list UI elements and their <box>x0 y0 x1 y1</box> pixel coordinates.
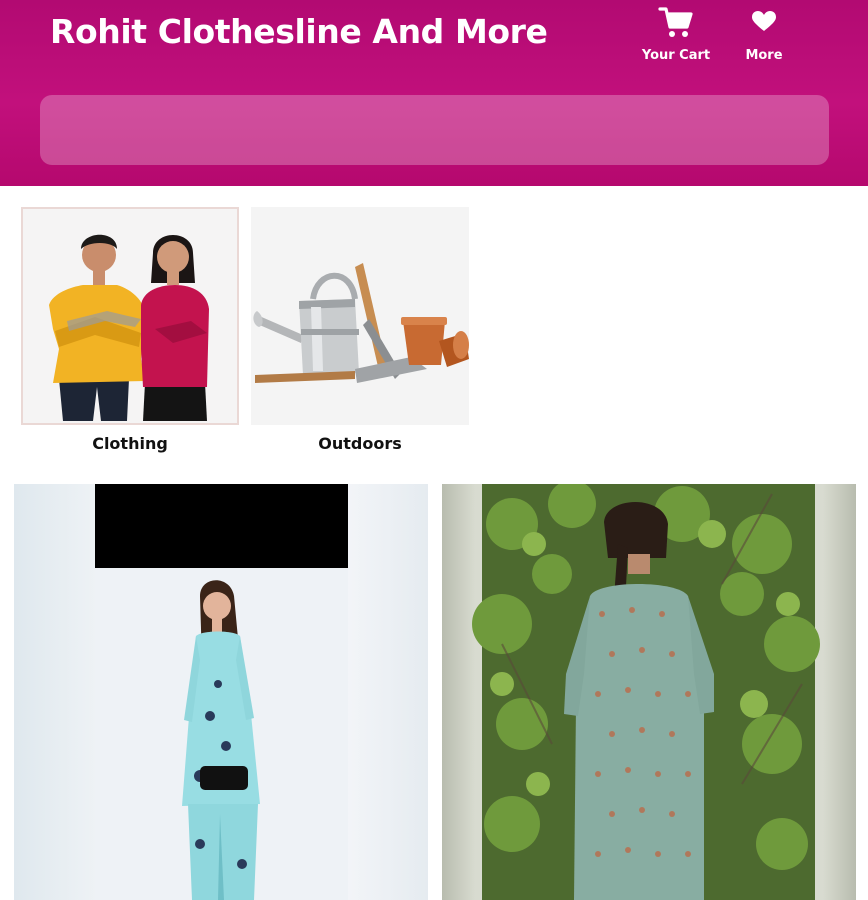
store-title: Rohit Clothesline And More <box>50 12 548 51</box>
product-image-green-kurta <box>472 484 820 900</box>
heart-icon <box>751 4 777 40</box>
more-label: More <box>745 48 783 63</box>
your-cart-label: Your Cart <box>641 48 711 63</box>
search-input[interactable] <box>40 95 829 165</box>
category-outdoors[interactable]: Outdoors <box>251 207 469 453</box>
more-button[interactable]: More <box>722 4 806 70</box>
category-label-outdoors: Outdoors <box>318 434 402 453</box>
clothing-category-image <box>21 207 239 425</box>
outdoors-category-image <box>251 207 469 425</box>
category-clothing[interactable]: Clothing <box>21 207 239 453</box>
product-card-green-kurta[interactable] <box>442 484 856 900</box>
app-header: Rohit Clothesline And More Your Cart Mor… <box>0 0 868 186</box>
product-card-aqua-kurta[interactable] <box>14 484 428 900</box>
shopping-cart-icon <box>658 4 694 40</box>
category-label-clothing: Clothing <box>92 434 168 453</box>
product-image-aqua-kurta <box>95 484 348 900</box>
your-cart-button[interactable]: Your Cart <box>634 4 718 70</box>
